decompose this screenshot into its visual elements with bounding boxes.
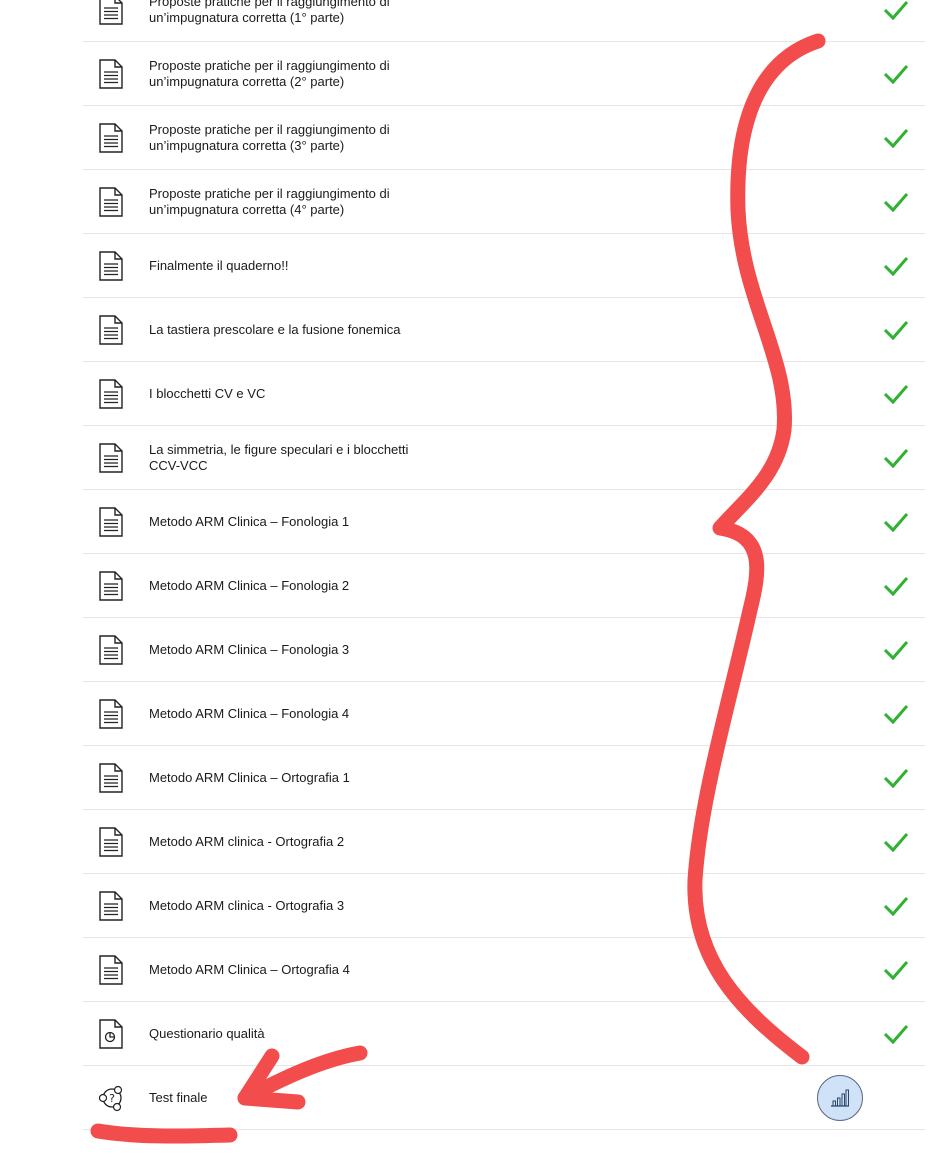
quiz-icon: ? xyxy=(99,1085,123,1111)
lesson-title: Proposte pratiche per il raggiungimento … xyxy=(149,0,390,25)
document-icon xyxy=(99,442,123,473)
document-icon xyxy=(99,890,123,921)
lesson-title: La simmetria, le figure speculari e i bl… xyxy=(149,441,409,473)
document-icon xyxy=(99,826,123,857)
check-icon xyxy=(883,128,909,148)
lesson-row[interactable]: La tastiera prescolare e la fusione fone… xyxy=(83,298,925,362)
check-icon xyxy=(883,512,909,532)
lesson-list: Proposte pratiche per il raggiungimento … xyxy=(83,0,925,1130)
lesson-title: I blocchetti CV e VC xyxy=(149,385,266,401)
lesson-row[interactable]: Proposte pratiche per il raggiungimento … xyxy=(83,42,925,106)
lesson-title: Metodo ARM Clinica – Ortografia 4 xyxy=(149,961,350,977)
lesson-row[interactable]: Metodo ARM Clinica – Fonologia 4 xyxy=(83,682,925,746)
lesson-title: Metodo ARM Clinica – Fonologia 1 xyxy=(149,513,350,529)
lesson-row-test-finale[interactable]: ? Test finale xyxy=(83,1066,925,1130)
lesson-title: Test finale xyxy=(149,1089,208,1105)
check-icon xyxy=(883,896,909,916)
document-icon xyxy=(99,506,123,537)
document-icon xyxy=(99,186,123,217)
lesson-title: Metodo ARM Clinica – Fonologia 3 xyxy=(149,641,350,657)
document-icon xyxy=(99,0,123,25)
check-icon xyxy=(883,192,909,212)
lesson-row[interactable]: Metodo ARM Clinica – Fonologia 1 xyxy=(83,490,925,554)
annotation-underline xyxy=(90,1123,238,1144)
lesson-title: Proposte pratiche per il raggiungimento … xyxy=(149,185,390,217)
check-icon xyxy=(883,448,909,468)
lesson-row[interactable]: La simmetria, le figure speculari e i bl… xyxy=(83,426,925,490)
check-icon xyxy=(883,0,909,20)
check-icon xyxy=(883,1024,909,1044)
lesson-row[interactable]: Proposte pratiche per il raggiungimento … xyxy=(83,106,925,170)
document-icon xyxy=(99,634,123,665)
lesson-title: Finalmente il quaderno!! xyxy=(149,257,289,273)
lesson-row[interactable]: Metodo ARM Clinica – Fonologia 3 xyxy=(83,618,925,682)
lesson-row[interactable]: Metodo ARM Clinica – Ortografia 1 xyxy=(83,746,925,810)
check-icon xyxy=(883,64,909,84)
lesson-row[interactable]: Metodo ARM clinica - Ortografia 3 xyxy=(83,874,925,938)
check-icon xyxy=(883,960,909,980)
document-icon xyxy=(99,570,123,601)
check-icon xyxy=(883,832,909,852)
lesson-row[interactable]: Finalmente il quaderno!! xyxy=(83,234,925,298)
check-icon xyxy=(883,576,909,596)
lesson-row[interactable]: Metodo ARM Clinica – Fonologia 2 xyxy=(83,554,925,618)
check-icon xyxy=(883,768,909,788)
lesson-title: Metodo ARM clinica - Ortografia 3 xyxy=(149,897,345,913)
document-icon xyxy=(99,122,123,153)
lesson-title: Proposte pratiche per il raggiungimento … xyxy=(149,121,390,153)
svg-text:?: ? xyxy=(109,1092,115,1105)
lesson-row[interactable]: I blocchetti CV e VC xyxy=(83,362,925,426)
lesson-row[interactable]: Proposte pratiche per il raggiungimento … xyxy=(83,0,925,42)
lesson-title: Proposte pratiche per il raggiungimento … xyxy=(149,57,390,89)
check-icon xyxy=(883,704,909,724)
document-icon xyxy=(99,698,123,729)
statistics-button[interactable] xyxy=(817,1075,863,1121)
lesson-row[interactable]: Questionario qualità xyxy=(83,1002,925,1066)
lesson-title: Metodo ARM Clinica – Fonologia 4 xyxy=(149,705,350,721)
check-icon xyxy=(883,256,909,276)
check-icon xyxy=(883,640,909,660)
lesson-row[interactable]: Metodo ARM clinica - Ortografia 2 xyxy=(83,810,925,874)
document-icon xyxy=(99,954,123,985)
check-icon xyxy=(883,320,909,340)
lesson-title: Metodo ARM Clinica – Fonologia 2 xyxy=(149,577,350,593)
lesson-title: La tastiera prescolare e la fusione fone… xyxy=(149,321,401,337)
document-icon xyxy=(99,314,123,345)
lesson-title: Questionario qualità xyxy=(149,1025,265,1041)
lesson-row[interactable]: Proposte pratiche per il raggiungimento … xyxy=(83,170,925,234)
lesson-row[interactable]: Metodo ARM Clinica – Ortografia 4 xyxy=(83,938,925,1002)
document-icon xyxy=(99,58,123,89)
survey-document-icon xyxy=(99,1018,123,1049)
lesson-title: Metodo ARM Clinica – Ortografia 1 xyxy=(149,769,350,785)
document-icon xyxy=(99,378,123,409)
lesson-title: Metodo ARM clinica - Ortografia 2 xyxy=(149,833,345,849)
check-icon xyxy=(883,384,909,404)
document-icon xyxy=(99,762,123,793)
document-icon xyxy=(99,250,123,281)
bar-chart-icon xyxy=(831,1089,849,1107)
